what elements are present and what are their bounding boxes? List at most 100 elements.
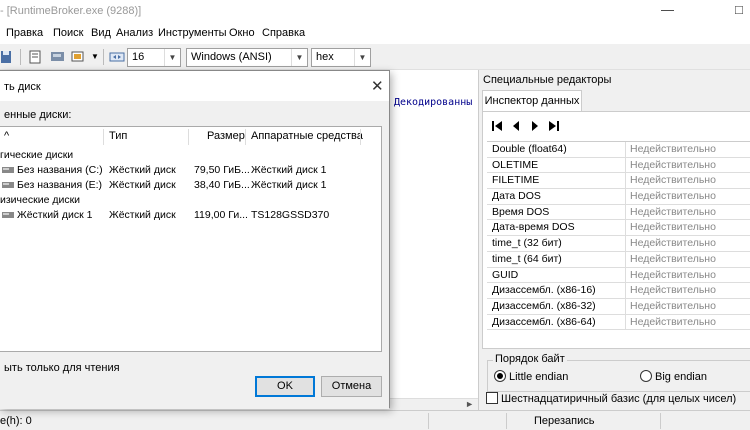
big-endian-radio[interactable]: Big endian	[640, 370, 707, 383]
little-endian-radio[interactable]: Little endian	[494, 370, 568, 383]
inspector-value: Недействительно	[630, 190, 716, 203]
scroll-right-icon[interactable]: ►	[465, 399, 474, 409]
disk-list[interactable]: ^ Тип Размер Аппаратные средства гически…	[0, 126, 382, 352]
inspector-row[interactable]: GUID Недействительно	[487, 267, 750, 284]
memory-icon[interactable]	[70, 49, 86, 65]
disk-size: 119,00 Ги...	[194, 209, 248, 221]
disk-size: 79,50 ГиБ...	[194, 164, 250, 176]
inspector-value: Недействительно	[630, 299, 716, 312]
byte-order-label: Порядок байт	[493, 353, 567, 365]
data-inspector: Double (float64) Недействительно OLETIME Н…	[482, 111, 750, 349]
inspector-row[interactable]: Дизассембл. (x86-16) Недействительно	[487, 283, 750, 299]
chevron-down-icon[interactable]: ▼	[91, 52, 99, 61]
inspector-value: Недействительно	[630, 284, 716, 297]
menu-analysis[interactable]: Анализ	[116, 27, 153, 39]
group-label: гические диски	[0, 149, 74, 161]
navigation-buttons	[491, 120, 564, 134]
radio-empty-icon	[640, 370, 652, 382]
encoding-select[interactable]: Windows (ANSI) ▼	[186, 48, 308, 67]
drive-icon	[2, 182, 14, 188]
disk-hardware: Жёсткий диск 1	[251, 179, 327, 191]
disk-name: Без названия (E:)	[17, 179, 103, 191]
chevron-down-icon[interactable]: ▼	[164, 49, 180, 66]
toolbar-divider	[20, 49, 21, 65]
inspector-value: Недействительно	[630, 205, 716, 218]
byte-order-group: Порядок байт Little endian Big endian	[487, 353, 750, 392]
column-name[interactable]: ^	[4, 130, 9, 142]
number-format-select[interactable]: hex ▼	[311, 48, 371, 67]
column-size[interactable]: Размер	[207, 130, 245, 142]
inspector-row[interactable]: time_t (32 бит) Недействительно	[487, 236, 750, 252]
inspector-row[interactable]: Дата-время DOS Недействительно	[487, 220, 750, 237]
list-item[interactable]: Жёсткий диск 1 Жёсткий диск 119,00 Ги...…	[0, 208, 381, 223]
cancel-button[interactable]: Отмена	[321, 376, 382, 397]
chevron-down-icon[interactable]: ▼	[354, 49, 370, 66]
inspector-row[interactable]: Дата DOS Недействительно	[487, 189, 750, 205]
inspector-row[interactable]: Время DOS Недействительно	[487, 204, 750, 221]
checkbox-icon	[486, 392, 498, 404]
dialog-title: ть диск	[4, 81, 41, 93]
close-icon[interactable]: ✕	[371, 77, 384, 95]
little-endian-label: Little endian	[509, 371, 569, 383]
inspector-value: Недействительно	[630, 158, 716, 171]
toolbar-divider	[103, 49, 104, 65]
status-divider	[506, 413, 507, 429]
tab-data-inspector[interactable]: Инспектор данных	[482, 90, 582, 112]
list-item[interactable]: Без названия (E:) Жёсткий диск 38,40 ГиБ…	[0, 178, 381, 193]
next-icon[interactable]	[529, 120, 541, 132]
column-type[interactable]: Тип	[109, 130, 127, 142]
window-title: - [RuntimeBroker.exe (9288)]	[0, 5, 142, 17]
first-icon[interactable]	[491, 120, 503, 132]
save-icon[interactable]	[0, 49, 16, 65]
menu-help[interactable]: Справка	[262, 27, 305, 39]
inspector-value: Недействительно	[630, 268, 716, 281]
disk-icon[interactable]	[50, 49, 66, 65]
group-label: изические диски	[0, 194, 81, 206]
inspector-key: Дизассембл. (x86-16)	[492, 284, 596, 297]
inspector-row[interactable]: Дизассембл. (x86-32) Недействительно	[487, 298, 750, 315]
inspector-row[interactable]: Double (float64) Недействительно	[487, 142, 750, 158]
bytes-per-row-select[interactable]: 16 ▼	[127, 48, 181, 67]
inspector-key: OLETIME	[492, 158, 539, 171]
encoding-value: Windows (ANSI)	[191, 51, 272, 63]
list-item[interactable]: Без названия (C:) Жёсткий диск 79,50 ГиБ…	[0, 163, 381, 178]
ok-button[interactable]: OK	[255, 376, 315, 397]
status-divider	[428, 413, 429, 429]
inspector-row[interactable]: time_t (64 бит) Недействительно	[487, 251, 750, 268]
pages-icon[interactable]	[28, 49, 44, 65]
menu-view[interactable]: Вид	[91, 27, 111, 39]
inspector-grid: Double (float64) Недействительно OLETIME Н…	[487, 141, 750, 331]
disk-size: 38,40 ГиБ...	[194, 179, 250, 191]
inspector-key: Дата-время DOS	[492, 221, 575, 234]
hex-basis-checkbox[interactable]: Шестнадцатиричный базис (для целых чисел…	[486, 392, 736, 405]
disk-type: Жёсткий диск	[109, 164, 176, 176]
last-icon[interactable]	[548, 120, 560, 132]
column-width-icon	[109, 52, 125, 62]
disk-type: Жёсткий диск	[109, 209, 176, 221]
inspector-key: Дизассембл. (x86-64)	[492, 315, 596, 328]
readonly-checkbox-label[interactable]: ыть только для чтения	[4, 362, 120, 374]
menu-window[interactable]: Окно	[229, 27, 255, 39]
minimize-icon[interactable]: —	[661, 2, 674, 17]
menu-edit[interactable]: Правка	[6, 27, 43, 39]
menu-tools[interactable]: Инструменты	[158, 27, 227, 39]
inspector-key: time_t (32 бит)	[492, 237, 562, 250]
menu-search[interactable]: Поиск	[53, 27, 83, 39]
inspector-row[interactable]: OLETIME Недействительно	[487, 157, 750, 174]
special-editors-panel: Специальные редакторы Инспектор данных D…	[478, 70, 750, 410]
column-hardware[interactable]: Аппаратные средства	[251, 130, 363, 142]
hex-basis-label: Шестнадцатиричный базис (для целых чисел…	[501, 393, 737, 405]
status-divider	[660, 413, 661, 429]
inspector-key: GUID	[492, 268, 519, 281]
inspector-key: time_t (64 бит)	[492, 252, 562, 265]
prev-icon[interactable]	[510, 120, 522, 132]
inspector-key: Дата DOS	[492, 190, 541, 203]
inspector-row[interactable]: Дизассембл. (x86-64) Недействительно	[487, 314, 750, 331]
chevron-down-icon[interactable]: ▼	[291, 49, 307, 66]
inspector-row[interactable]: FILETIME Недействительно	[487, 173, 750, 190]
number-format-value: hex	[316, 51, 334, 63]
group-physical: изические диски	[0, 193, 381, 208]
maximize-icon[interactable]: □	[735, 2, 743, 17]
drive-icon	[2, 167, 14, 173]
list-header: ^ Тип Размер Аппаратные средства	[0, 127, 381, 147]
